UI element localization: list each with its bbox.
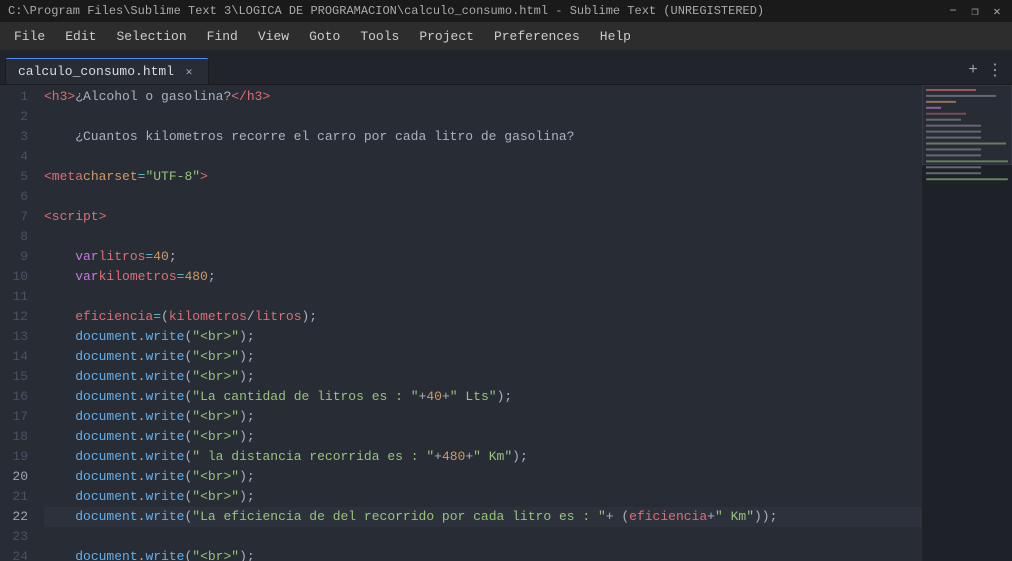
close-button[interactable]: ✕ — [990, 4, 1004, 18]
tab-label: calculo_consumo.html — [18, 64, 174, 79]
line-num-6: 6 — [8, 187, 28, 207]
tab-bar-actions: + ⋮ — [964, 61, 1004, 79]
code-line-10: var kilometros = 480; — [44, 267, 922, 287]
code-line-18: document. write ("<br>"); — [44, 427, 922, 447]
line-num-8: 8 — [8, 227, 28, 247]
code-line-23 — [44, 527, 922, 547]
line-num-5: 5 — [8, 167, 28, 187]
code-line-5: <meta charset = "UTF-8"> — [44, 167, 922, 187]
title-bar: C:\Program Files\Sublime Text 3\LOGICA D… — [0, 0, 1012, 22]
line-num-3: 3 — [8, 127, 28, 147]
code-line-6 — [44, 187, 922, 207]
line-num-13: 13 — [8, 327, 28, 347]
line-num-12: 12 — [8, 307, 28, 327]
line-num-18: 18 — [8, 427, 28, 447]
editor: 1 2 3 4 5 6 7 8 9 10 11 12 13 14 15 16 1… — [0, 85, 1012, 561]
code-line-15: document. write ("<br>"); — [44, 367, 922, 387]
menu-find[interactable]: Find — [197, 25, 248, 48]
new-tab-button[interactable]: + — [964, 61, 982, 79]
restore-button[interactable]: ❐ — [968, 4, 982, 18]
line-num-21: 21 — [8, 487, 28, 507]
menu-file[interactable]: File — [4, 25, 55, 48]
tab-bar: calculo_consumo.html ✕ + ⋮ — [0, 50, 1012, 85]
menu-tools[interactable]: Tools — [350, 25, 409, 48]
code-area[interactable]: <h3>¿Alcohol o gasolina?</h3> ¿Cuantos k… — [40, 85, 922, 561]
menu-bar: File Edit Selection Find View Goto Tools… — [0, 22, 1012, 50]
menu-view[interactable]: View — [248, 25, 299, 48]
line-num-20: 20 — [8, 467, 28, 487]
line-numbers: 1 2 3 4 5 6 7 8 9 10 11 12 13 14 15 16 1… — [0, 85, 40, 561]
line-num-16: 16 — [8, 387, 28, 407]
code-line-22: document.write ("La eficiencia de del re… — [44, 507, 922, 527]
menu-edit[interactable]: Edit — [55, 25, 106, 48]
code-line-4 — [44, 147, 922, 167]
line-num-11: 11 — [8, 287, 28, 307]
code-line-24: document. write ("<br>"); — [44, 547, 922, 561]
code-line-9: var litros = 40; — [44, 247, 922, 267]
line-num-23: 23 — [8, 527, 28, 547]
title-bar-controls: − ❐ ✕ — [946, 4, 1004, 18]
code-line-14: document. write ("<br>"); — [44, 347, 922, 367]
code-line-16: document. write ("La cantidad de litros … — [44, 387, 922, 407]
line-num-24: 24 — [8, 547, 28, 561]
code-line-13: document. write ("<br>"); — [44, 327, 922, 347]
line-num-22: 22 — [8, 507, 28, 527]
line-num-7: 7 — [8, 207, 28, 227]
code-line-19: document.write(" la distancia recorrida … — [44, 447, 922, 467]
code-line-8 — [44, 227, 922, 247]
code-line-20: document. write ("<br>"); — [44, 467, 922, 487]
code-line-3: ¿Cuantos kilometros recorre el carro por… — [44, 127, 922, 147]
line-num-17: 17 — [8, 407, 28, 427]
line-num-10: 10 — [8, 267, 28, 287]
menu-preferences[interactable]: Preferences — [484, 25, 590, 48]
tab-list-button[interactable]: ⋮ — [986, 61, 1004, 79]
code-line-21: document. write ("<br>"); — [44, 487, 922, 507]
code-line-11 — [44, 287, 922, 307]
menu-project[interactable]: Project — [409, 25, 484, 48]
line-num-15: 15 — [8, 367, 28, 387]
line-num-9: 9 — [8, 247, 28, 267]
tab-close-button[interactable]: ✕ — [182, 65, 196, 79]
line-num-2: 2 — [8, 107, 28, 127]
title-bar-title: C:\Program Files\Sublime Text 3\LOGICA D… — [8, 4, 764, 18]
code-line-7: <script> — [44, 207, 922, 227]
code-line-17: document. write ("<br>"); — [44, 407, 922, 427]
tab-calculo-consumo[interactable]: calculo_consumo.html ✕ — [5, 58, 209, 84]
line-num-1: 1 — [8, 87, 28, 107]
menu-help[interactable]: Help — [590, 25, 641, 48]
code-line-12: eficiencia = (kilometros/litros); — [44, 307, 922, 327]
code-line-2 — [44, 107, 922, 127]
code-line-1: <h3>¿Alcohol o gasolina?</h3> — [44, 87, 922, 107]
line-num-19: 19 — [8, 447, 28, 467]
line-num-14: 14 — [8, 347, 28, 367]
minimap-viewport — [922, 85, 1012, 165]
minimap[interactable] — [922, 85, 1012, 561]
minimize-button[interactable]: − — [946, 4, 960, 18]
menu-goto[interactable]: Goto — [299, 25, 350, 48]
menu-selection[interactable]: Selection — [106, 25, 196, 48]
line-num-4: 4 — [8, 147, 28, 167]
